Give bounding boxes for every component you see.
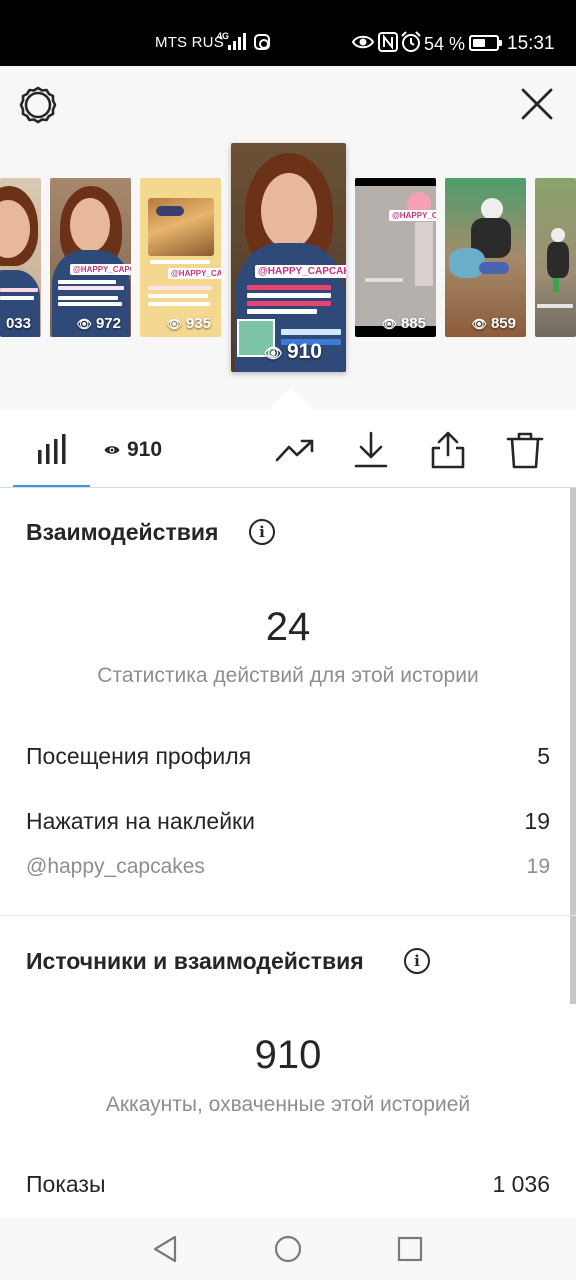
story-mention-tag: @HAPPY_CAPCAKES	[168, 268, 221, 279]
eye-comfort-icon	[352, 35, 374, 49]
trending-icon[interactable]	[275, 430, 315, 470]
story-mention-tag: @HAPPY_CAPCAKES	[255, 265, 346, 278]
clock: 15:31	[507, 33, 555, 54]
nfc-icon	[378, 32, 398, 52]
discovery-title: Источники и взаимодействия	[26, 948, 364, 974]
share-icon[interactable]	[428, 430, 468, 470]
story-thumbnail[interactable]	[535, 178, 576, 337]
discovery-caption: Аккаунты, охваченные этой историей	[105, 1093, 471, 1116]
story-thumbnail[interactable]: 👁 859	[445, 178, 526, 337]
system-navigation-bar	[0, 1218, 576, 1280]
battery-icon	[469, 35, 502, 51]
sticker-taps-label: Нажатия на наклейки	[26, 808, 255, 834]
profile-visits-label: Посещения профиля	[26, 743, 252, 769]
story-thumbnail[interactable]: 033	[0, 178, 41, 337]
sticker-mention-label[interactable]: @happy_capcakes	[26, 855, 205, 879]
impressions-value: 1 036	[492, 1171, 550, 1197]
story-thumbnail[interactable]: @HAPPY_CAPCAKES 👁972	[50, 178, 131, 337]
download-icon[interactable]	[351, 430, 391, 470]
trash-icon[interactable]	[505, 430, 545, 470]
story-view-count: 910	[127, 438, 163, 461]
active-tab-indicator	[13, 485, 90, 487]
story-views: 👁 935	[166, 315, 211, 332]
home-icon[interactable]	[271, 1232, 305, 1266]
interactions-title: Взаимодействия	[26, 519, 219, 545]
story-views: 👁 859	[471, 315, 516, 332]
story-views: 033	[5, 315, 31, 332]
story-views: 👁 972	[76, 315, 121, 332]
close-icon[interactable]	[519, 86, 555, 122]
discovery-total: 910	[254, 1033, 322, 1077]
story-thumbnail-selected[interactable]: @HAPPY_CAPCAKES 👁910	[231, 143, 346, 372]
status-bar: MTS RUS 4G 54 % 15:31	[0, 0, 576, 66]
alarm-icon	[401, 31, 421, 52]
info-icon[interactable]: i	[249, 519, 275, 545]
story-thumbnail[interactable]: @HAPPY_CAPCAKES 👁935	[140, 178, 221, 337]
story-thumbnail[interactable]: @HAPPY_CAPCAKES 👁885	[355, 178, 436, 337]
scrollbar[interactable]	[570, 488, 576, 1004]
sticker-mention-value: 19	[526, 855, 550, 878]
battery-percent: 54 %	[424, 34, 466, 54]
story-mention-tag: @HAPPY_CAPCAKES	[389, 210, 436, 221]
info-icon[interactable]: i	[404, 948, 430, 974]
gear-icon[interactable]	[18, 85, 58, 125]
interactions-total: 24	[265, 605, 311, 649]
bar-chart-icon[interactable]	[38, 434, 66, 464]
carrier-name: MTS RUS	[155, 34, 224, 51]
story-mention-tag: @HAPPY_CAPCAKES	[70, 264, 131, 275]
profile-visits-value: 5	[537, 743, 550, 769]
instagram-notification-icon	[254, 34, 270, 50]
impressions-label: Показы	[26, 1171, 106, 1197]
back-icon[interactable]	[149, 1232, 183, 1266]
story-views: 👁 885	[381, 315, 426, 332]
interactions-caption: Статистика действий для этой истории	[97, 664, 479, 687]
section-divider	[0, 915, 576, 916]
sticker-taps-value: 19	[524, 808, 550, 834]
story-views: 👁 910	[263, 340, 322, 363]
story-actions-bar: 910	[0, 410, 576, 488]
recent-apps-icon[interactable]	[393, 1232, 427, 1266]
signal-icon	[228, 33, 246, 50]
eye-icon	[104, 446, 120, 454]
